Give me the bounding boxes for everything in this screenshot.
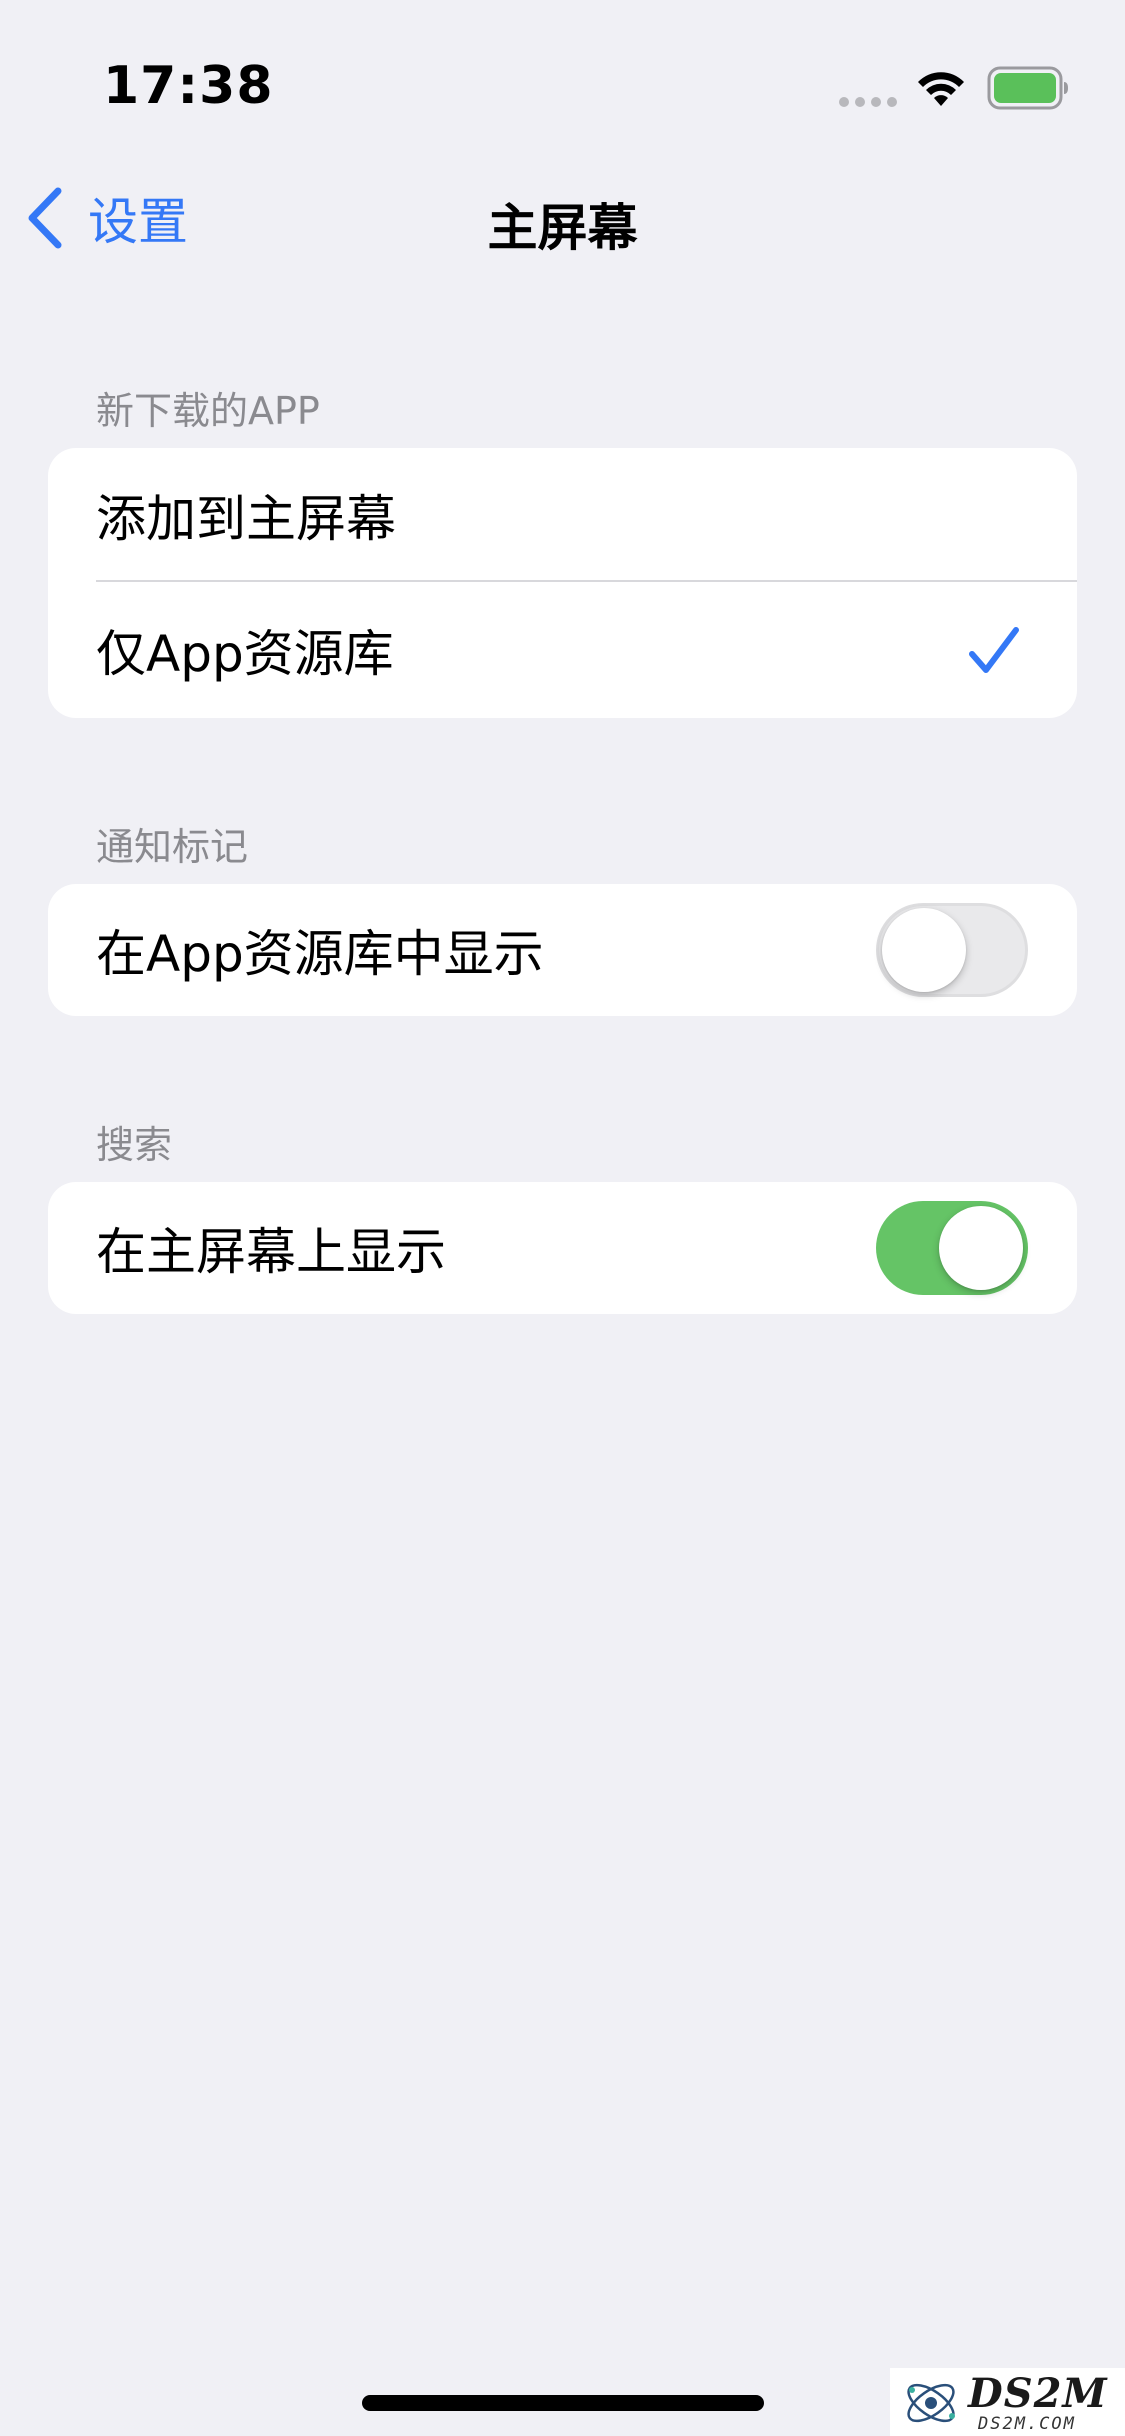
checkmark-icon: [969, 627, 1019, 673]
wifi-icon: [918, 72, 964, 106]
row-label: 在App资源库中显示: [96, 925, 544, 983]
section-header-new-apps: 新下载的APP: [96, 389, 320, 433]
search-group: 在主屏幕上显示: [48, 1182, 1077, 1314]
option-label: 添加到主屏幕: [96, 490, 396, 548]
cellular-dots-icon: [839, 97, 897, 107]
back-button[interactable]: 设置: [24, 182, 188, 254]
back-button-label: 设置: [88, 193, 188, 251]
show-on-home-screen-toggle[interactable]: [876, 1201, 1028, 1295]
row-label: 在主屏幕上显示: [96, 1223, 446, 1281]
option-app-library-only[interactable]: 仅App资源库: [48, 582, 1077, 718]
section-header-search: 搜索: [96, 1123, 173, 1167]
watermark-subtext: DS2M.COM: [978, 2414, 1076, 2434]
badges-group: 在App资源库中显示: [48, 884, 1077, 1016]
watermark-text: DS2M: [968, 2370, 1108, 2417]
watermark: DS2M DS2M.COM: [890, 2368, 1125, 2436]
option-label: 仅App资源库: [96, 625, 394, 683]
option-add-to-home-screen[interactable]: 添加到主屏幕: [48, 448, 1077, 582]
new-apps-group: 添加到主屏幕 仅App资源库: [48, 448, 1077, 718]
status-bar: 17:38: [0, 0, 1125, 150]
toggle-knob: [939, 1206, 1023, 1290]
chevron-left-icon: [28, 187, 62, 249]
watermark-logo-icon: [907, 2383, 955, 2423]
status-time: 17:38: [103, 56, 274, 116]
show-on-home-screen-row: 在主屏幕上显示: [48, 1182, 1077, 1314]
home-indicator[interactable]: [362, 2395, 764, 2411]
section-header-badges: 通知标记: [96, 825, 249, 869]
show-in-app-library-toggle[interactable]: [876, 903, 1028, 997]
show-in-app-library-row: 在App资源库中显示: [48, 884, 1077, 1016]
navigation-bar: 主屏幕 设置: [0, 160, 1125, 270]
battery-icon: [987, 66, 1068, 110]
toggle-knob: [882, 908, 966, 992]
